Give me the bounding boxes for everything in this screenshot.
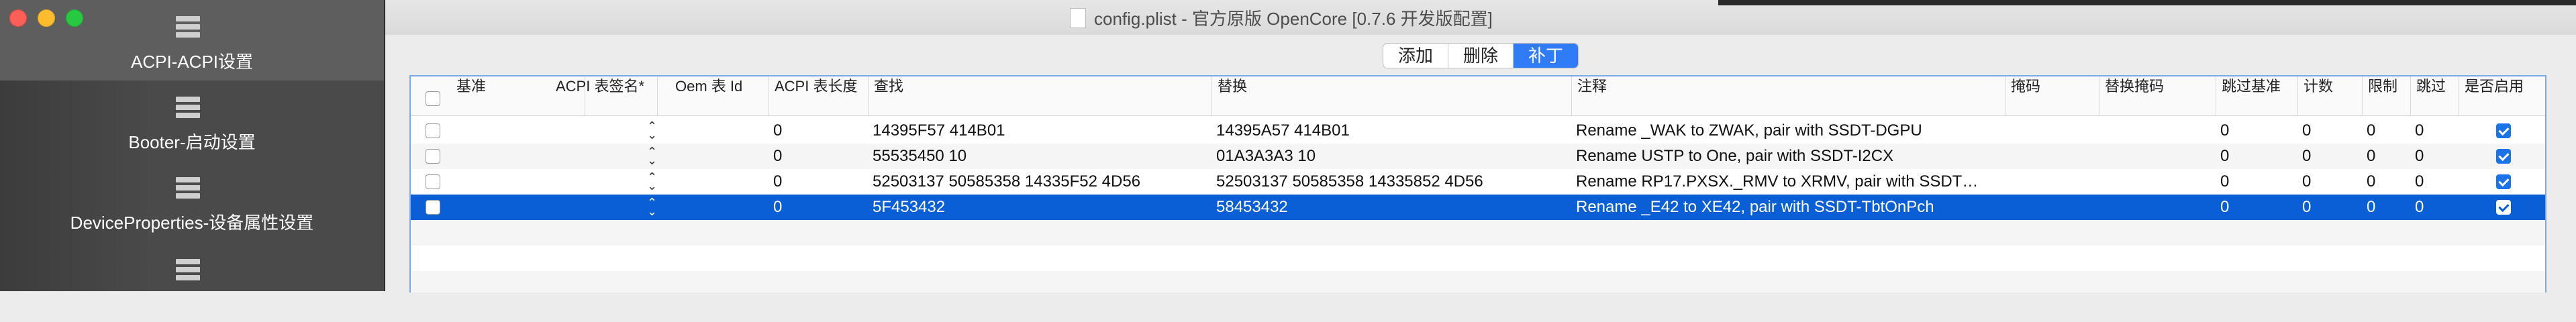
table-row[interactable]: ⌃ ⌄ 0 55535450 10 01A3A3A3 10 Rename USTP… <box>411 144 2545 169</box>
table-cell[interactable]: 0 <box>769 195 863 220</box>
updown-chevron-icon[interactable]: ⌃ ⌄ <box>647 120 657 141</box>
select-all-checkbox[interactable] <box>426 91 440 106</box>
table-cell[interactable]: Rename _E42 to XE42, pair with SSDT-TbtO… <box>1572 195 2001 220</box>
table-row-empty <box>411 246 2545 271</box>
table-cell[interactable]: 14395A57 414B01 <box>1212 118 1571 144</box>
table-cell[interactable]: 0 <box>769 118 863 144</box>
table-cell[interactable]: 0 <box>2216 144 2297 169</box>
column-header[interactable]: ACPI 表长度 <box>769 76 869 115</box>
table-cell[interactable]: 0 <box>2411 195 2458 220</box>
table-header: 基准 ACPI 表签名* Oem 表 Id ACPI 表长度 查找 替换 注释 … <box>411 76 2545 116</box>
window-title: config.plist - 官方原版 OpenCore [0.7.6 开发版配… <box>1094 9 1493 29</box>
table-cell[interactable]: 0 <box>2298 169 2361 195</box>
patch-table: 基准 ACPI 表签名* Oem 表 Id ACPI 表长度 查找 替换 注释 … <box>409 75 2546 292</box>
table-cell[interactable]: 0 <box>769 144 863 169</box>
tab-patch[interactable]: 补丁 <box>1514 44 1579 68</box>
row-select-checkbox[interactable] <box>426 200 440 215</box>
table-cell[interactable]: 14395F57 414B01 <box>869 118 1211 144</box>
updown-chevron-icon[interactable]: ⌃ ⌄ <box>647 146 657 166</box>
table-cell[interactable]: 0 <box>2363 195 2410 220</box>
enabled-checkbox[interactable] <box>2496 149 2511 164</box>
column-header[interactable]: ACPI 表签名* <box>550 76 658 115</box>
sidebar-item-label: DeviceProperties-设备属性设置 <box>70 213 314 233</box>
sidebar-item-acpi[interactable]: ACPI-ACPI设置 <box>0 0 384 80</box>
column-header[interactable]: 替换 <box>1212 76 1572 115</box>
table-cell[interactable]: 0 <box>2216 169 2297 195</box>
row-select-checkbox[interactable] <box>426 123 440 138</box>
enabled-checkbox[interactable] <box>2496 200 2511 215</box>
table-cell[interactable]: 0 <box>2411 144 2458 169</box>
table-cell[interactable]: 58453432 <box>1212 195 1571 220</box>
list-icon <box>176 259 200 283</box>
table-cell[interactable]: 0 <box>2298 144 2361 169</box>
updown-chevron-icon[interactable]: ⌃ ⌄ <box>647 171 657 192</box>
document-icon <box>1070 8 1086 28</box>
minimize-window-button[interactable] <box>38 9 55 27</box>
updown-chevron-icon[interactable]: ⌃ ⌄ <box>647 197 657 217</box>
table-cell[interactable]: 0 <box>2363 169 2410 195</box>
table-cell[interactable]: 0 <box>2298 195 2361 220</box>
column-header[interactable]: Oem 表 Id <box>670 76 769 115</box>
table-row[interactable]: ⌃ ⌄ 0 52503137 50585358 14335F52 4D56 525… <box>411 169 2545 195</box>
table-cell[interactable]: 01A3A3A3 10 <box>1212 144 1571 169</box>
table-cell[interactable]: 0 <box>2363 118 2410 144</box>
table-cell[interactable]: Rename _WAK to ZWAK, pair with SSDT-DGPU <box>1572 118 2001 144</box>
column-header[interactable]: 限制 <box>2363 76 2411 115</box>
section-segmented-control: 添加 删除 补丁 <box>1383 43 1579 68</box>
sidebar-item-label: ACPI-ACPI设置 <box>130 52 254 72</box>
column-header[interactable]: 是否启用 <box>2459 76 2545 115</box>
row-select-checkbox[interactable] <box>426 149 440 164</box>
table-row-selected[interactable]: ⌃ ⌄ 0 5F453432 58453432 Rename _E42 to XE… <box>411 195 2545 220</box>
table-cell[interactable]: 0 <box>2216 195 2297 220</box>
table-cell[interactable]: 0 <box>2363 144 2410 169</box>
column-header[interactable]: 查找 <box>869 76 1212 115</box>
table-cell[interactable]: Rename USTP to One, pair with SSDT-I2CX <box>1572 144 2001 169</box>
close-window-button[interactable] <box>9 9 27 27</box>
table-cell[interactable]: 0 <box>2216 118 2297 144</box>
tab-delete[interactable]: 删除 <box>1448 44 1514 68</box>
zoom-window-button[interactable] <box>66 9 83 27</box>
sidebar-item-label: Booter-启动设置 <box>128 132 256 152</box>
tab-add[interactable]: 添加 <box>1383 44 1449 68</box>
column-header[interactable]: 计数 <box>2298 76 2363 115</box>
table-cell[interactable]: Rename RP17.PXSX._RMV to XRMV, pair with… <box>1572 169 2001 195</box>
table-cell[interactable]: 52503137 50585358 14335F52 4D56 <box>869 169 1211 195</box>
table-cell[interactable]: 0 <box>2411 169 2458 195</box>
menubar-strip <box>1718 0 2576 5</box>
column-header[interactable]: 替换掩码 <box>2099 76 2216 115</box>
sidebar: ACPI-ACPI设置 Booter-启动设置 DeviceProperties… <box>0 0 384 291</box>
list-icon <box>176 97 200 121</box>
table-cell[interactable]: 5F453432 <box>869 195 1211 220</box>
table-cell[interactable]: 52503137 50585358 14335852 4D56 <box>1212 169 1571 195</box>
column-header[interactable]: 跳过基准 <box>2216 76 2298 115</box>
enabled-checkbox[interactable] <box>2496 123 2511 138</box>
sidebar-item-deviceproperties[interactable]: DeviceProperties-设备属性设置 <box>0 161 384 241</box>
column-header[interactable]: 注释 <box>1572 76 2005 115</box>
column-header[interactable]: 跳过 <box>2411 76 2459 115</box>
table-row-empty <box>411 271 2545 292</box>
list-icon <box>176 177 200 201</box>
table-row[interactable]: ⌃ ⌄ 0 14395F57 414B01 14395A57 414B01 Ren… <box>411 118 2545 144</box>
list-icon <box>176 16 200 40</box>
table-cell[interactable]: 0 <box>2411 118 2458 144</box>
table-cell[interactable]: 0 <box>769 169 863 195</box>
sidebar-divider <box>384 0 385 291</box>
sidebar-item-next[interactable] <box>0 241 384 322</box>
table-cell[interactable]: 0 <box>2298 118 2361 144</box>
table-row-empty <box>411 220 2545 246</box>
table-cell[interactable]: 55535450 10 <box>869 144 1211 169</box>
enabled-checkbox[interactable] <box>2496 174 2511 189</box>
sidebar-item-booter[interactable]: Booter-启动设置 <box>0 80 384 161</box>
column-header[interactable]: 掩码 <box>2005 76 2099 115</box>
row-select-checkbox[interactable] <box>426 174 440 189</box>
